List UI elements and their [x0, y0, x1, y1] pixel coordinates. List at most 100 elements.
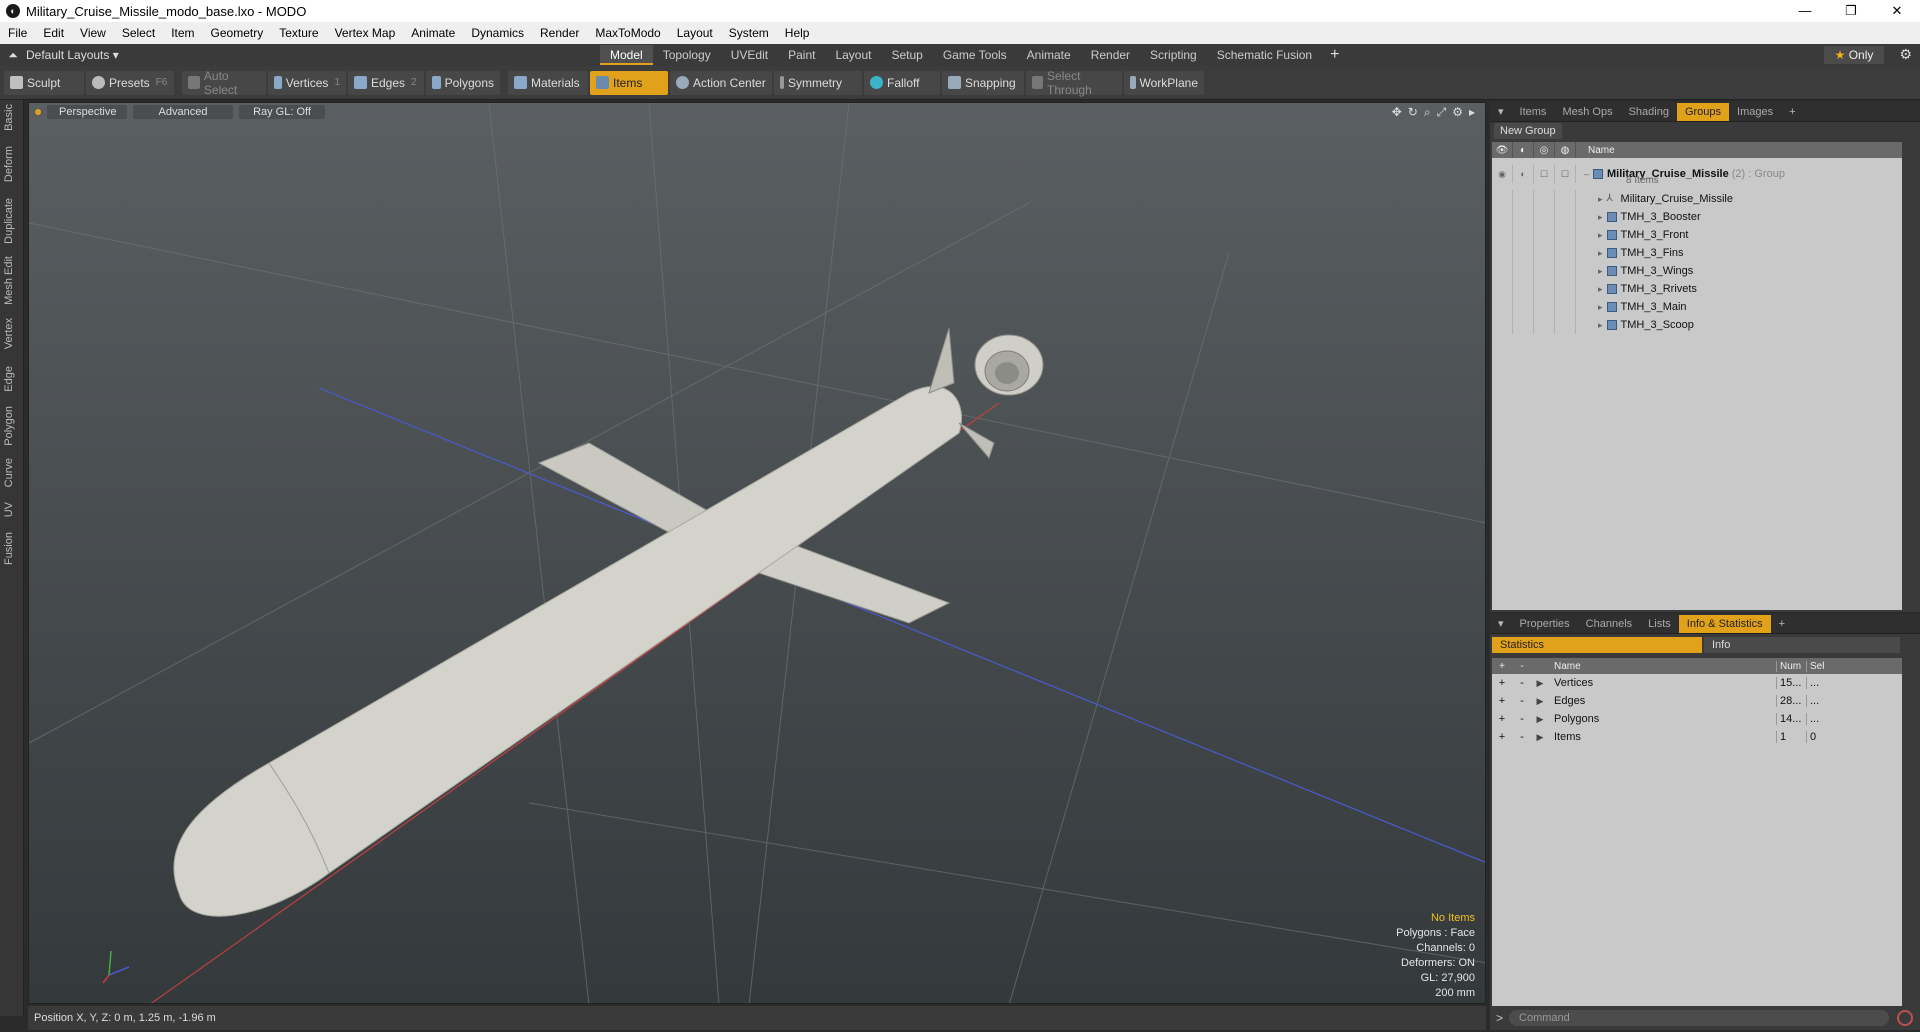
lefttab-duplicate[interactable]: Duplicate: [3, 198, 15, 244]
view-settings-icon[interactable]: ⚙: [1452, 105, 1463, 120]
menu-dynamics[interactable]: Dynamics: [463, 26, 532, 40]
add-icon[interactable]: +: [1492, 731, 1512, 743]
tab-groups[interactable]: Groups: [1676, 102, 1730, 121]
panel-menu-icon[interactable]: ▾: [1490, 615, 1512, 633]
menu-maxtomodo[interactable]: MaxToModo: [587, 26, 668, 40]
panel-menu-icon[interactable]: ▾: [1490, 103, 1512, 121]
expand-arrow-icon[interactable]: ▸: [1598, 266, 1603, 277]
expand-arrow-icon[interactable]: ▸: [1598, 230, 1603, 241]
expand-arrow-icon[interactable]: ▶: [1532, 732, 1548, 743]
add-panel-tab-icon[interactable]: +: [1781, 103, 1803, 121]
viewport-menu-dot[interactable]: [35, 109, 41, 115]
add-tab-icon[interactable]: +: [1330, 46, 1339, 64]
expand-arrow-icon[interactable]: ▶: [1532, 696, 1548, 707]
tab-mesh-ops[interactable]: Mesh Ops: [1554, 103, 1620, 121]
expand-arrow-icon[interactable]: ▸: [1598, 194, 1603, 205]
groups-scrollbar[interactable]: [1906, 142, 1918, 610]
lefttab-mesh-edit[interactable]: Mesh Edit: [3, 256, 15, 305]
tab-model[interactable]: Model: [600, 45, 653, 65]
expand-arrow-icon[interactable]: ▸: [1598, 212, 1603, 223]
auto-select-button[interactable]: Auto Select: [182, 69, 266, 97]
expand-arrow-icon[interactable]: ▸: [1598, 284, 1603, 295]
workplane-button[interactable]: WorkPlane: [1124, 70, 1204, 95]
expand-arrow-icon[interactable]: ▸: [1598, 248, 1603, 259]
menu-edit[interactable]: Edit: [35, 26, 72, 40]
expand-all-icon[interactable]: +: [1492, 661, 1512, 672]
remove-icon[interactable]: -: [1512, 713, 1532, 725]
tab-layout[interactable]: Layout: [825, 45, 881, 65]
symmetry-button[interactable]: Symmetry: [774, 70, 862, 95]
tab-properties[interactable]: Properties: [1512, 615, 1578, 633]
collapse-arrow-icon[interactable]: –: [1584, 169, 1589, 179]
render-icon[interactable]: ◐: [1513, 165, 1534, 183]
tab-images[interactable]: Images: [1729, 103, 1781, 121]
statistics-tab[interactable]: Statistics: [1492, 637, 1702, 653]
tab-lists[interactable]: Lists: [1640, 615, 1679, 633]
list-item[interactable]: ▸ TMH_3_Front: [1492, 226, 1902, 244]
close-button[interactable]: ✕: [1874, 3, 1920, 19]
raygl-button[interactable]: Ray GL: Off: [239, 105, 325, 119]
perspective-button[interactable]: Perspective: [47, 105, 127, 119]
default-layouts-dropdown[interactable]: Default Layouts ▾: [26, 48, 119, 62]
advanced-button[interactable]: Advanced: [133, 105, 233, 119]
lefttab-uv[interactable]: UV: [3, 502, 15, 517]
materials-button[interactable]: Materials: [508, 70, 588, 95]
tab-scripting[interactable]: Scripting: [1140, 45, 1207, 65]
lefttab-curve[interactable]: Curve: [3, 458, 15, 487]
fit-view-icon[interactable]: ⤢: [1437, 105, 1447, 120]
tab-items[interactable]: Items: [1512, 103, 1555, 121]
polygons-button[interactable]: Polygons: [426, 70, 500, 95]
list-item[interactable]: ▸ TMH_3_Main: [1492, 298, 1902, 316]
command-input[interactable]: Command: [1509, 1010, 1890, 1026]
rotate-view-icon[interactable]: ↻: [1408, 105, 1418, 120]
menu-animate[interactable]: Animate: [403, 26, 463, 40]
record-icon[interactable]: [1897, 1010, 1914, 1026]
menu-layout[interactable]: Layout: [669, 26, 721, 40]
visibility-col-icon[interactable]: 👁: [1492, 142, 1513, 158]
tab-channels[interactable]: Channels: [1578, 615, 1640, 633]
remove-icon[interactable]: -: [1512, 695, 1532, 707]
layout-up-icon[interactable]: ⏶: [0, 48, 26, 63]
menu-view[interactable]: View: [72, 26, 114, 40]
table-row[interactable]: + - ▶ Vertices 15......: [1492, 674, 1902, 692]
info-tab[interactable]: Info: [1704, 637, 1900, 653]
falloff-button[interactable]: Falloff: [864, 70, 940, 95]
move-view-icon[interactable]: ✥: [1392, 105, 1402, 120]
add-icon[interactable]: +: [1492, 695, 1512, 707]
menu-vertex-map[interactable]: Vertex Map: [327, 26, 404, 40]
vertices-button[interactable]: Vertices 1: [268, 70, 346, 95]
minimize-button[interactable]: —: [1782, 3, 1828, 19]
view-expand-icon[interactable]: ▸: [1469, 105, 1475, 120]
lefttab-deform[interactable]: Deform: [3, 146, 15, 182]
lefttab-basic[interactable]: Basic: [3, 104, 15, 131]
select-col-icon[interactable]: ◍: [1555, 142, 1576, 158]
snapping-button[interactable]: Snapping: [942, 70, 1024, 95]
table-row[interactable]: + - ▶ Items 1 0: [1492, 728, 1902, 746]
select-through-button[interactable]: Select Through: [1026, 69, 1122, 97]
lefttab-edge[interactable]: Edge: [3, 366, 15, 392]
items-button[interactable]: Items: [590, 70, 668, 95]
only-button[interactable]: ★ Only: [1824, 46, 1884, 64]
eye-icon[interactable]: ◉: [1492, 165, 1513, 183]
remove-icon[interactable]: -: [1512, 677, 1532, 689]
list-item[interactable]: ▸ ⅄ Military_Cruise_Missile: [1492, 190, 1902, 208]
tab-uvedit[interactable]: UVEdit: [721, 45, 778, 65]
tab-topology[interactable]: Topology: [653, 45, 721, 65]
expand-arrow-icon[interactable]: ▸: [1598, 302, 1603, 313]
zoom-view-icon[interactable]: ⌕: [1424, 105, 1431, 120]
menu-texture[interactable]: Texture: [271, 26, 326, 40]
menu-file[interactable]: File: [0, 26, 35, 40]
lefttab-vertex[interactable]: Vertex: [3, 318, 15, 349]
tab-animate[interactable]: Animate: [1017, 45, 1081, 65]
menu-select[interactable]: Select: [114, 26, 163, 40]
table-row[interactable]: + - ▶ Polygons 14......: [1492, 710, 1902, 728]
table-row[interactable]: + - ▶ Edges 28......: [1492, 692, 1902, 710]
expand-arrow-icon[interactable]: ▸: [1598, 320, 1603, 331]
lock-col-icon[interactable]: ◎: [1534, 142, 1555, 158]
menu-item[interactable]: Item: [163, 26, 202, 40]
group-row[interactable]: ◉ ◐ ☐ ☐ – Military_Cruise_Missile (2) : Gro…: [1492, 158, 1902, 190]
maximize-button[interactable]: ❐: [1828, 3, 1874, 19]
menu-render[interactable]: Render: [532, 26, 587, 40]
edges-button[interactable]: Edges 2: [348, 70, 424, 95]
menu-system[interactable]: System: [721, 26, 777, 40]
